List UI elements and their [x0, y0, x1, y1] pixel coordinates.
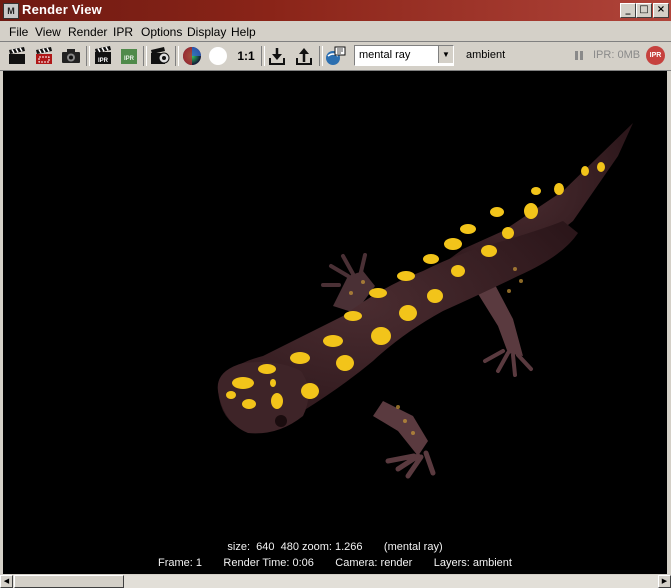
ipr-status-badge: IPR: [646, 46, 665, 65]
horizontal-scrollbar[interactable]: ◀ ▶: [0, 575, 671, 588]
menu-display[interactable]: Display: [187, 25, 226, 39]
maya-app-icon[interactable]: M: [3, 3, 19, 19]
render-settings-icon[interactable]: [149, 45, 171, 67]
real-size-button[interactable]: 1:1: [234, 45, 258, 67]
color-channels-icon[interactable]: [181, 45, 203, 67]
salamander-render-image: [217, 123, 633, 479]
ipr-memory-readout: IPR: 0MB: [593, 49, 641, 61]
toolbar-separator: [86, 46, 90, 66]
ipr-refresh-icon[interactable]: IPR: [118, 45, 140, 67]
toolbar-separator: [319, 46, 323, 66]
render-info-line-1: size: 640 480 zoom: 1.266 (mental ray): [227, 541, 443, 553]
render-viewport[interactable]: size: 640 480 zoom: 1.266 (mental ray) F…: [3, 71, 667, 574]
pause-icon[interactable]: [574, 50, 584, 64]
ipr-render-icon[interactable]: IPR: [92, 45, 114, 67]
menu-view[interactable]: View: [35, 25, 61, 39]
maximize-button[interactable]: □: [636, 3, 652, 18]
redo-render-icon[interactable]: [6, 45, 28, 67]
scroll-right-icon[interactable]: ▶: [658, 575, 671, 588]
title-bar: M Render View _ □ ×: [0, 0, 671, 21]
menu-help[interactable]: Help: [231, 25, 256, 39]
render-region-icon[interactable]: [33, 45, 55, 67]
window-title: Render View: [22, 2, 102, 17]
toolbar-separator: [261, 46, 265, 66]
menu-options[interactable]: Options: [141, 25, 182, 39]
remove-image-icon[interactable]: [293, 45, 315, 67]
render-globals-icon[interactable]: [324, 45, 346, 67]
keep-image-icon[interactable]: [266, 45, 288, 67]
toolbar-separator: [143, 46, 147, 66]
renderer-dropdown[interactable]: mental ray ▼: [354, 45, 454, 66]
menu-file[interactable]: File: [9, 25, 28, 39]
chevron-down-icon[interactable]: ▼: [438, 46, 453, 63]
minimize-button[interactable]: _: [620, 3, 636, 18]
svg-text:IPR: IPR: [124, 56, 135, 62]
toolbar-separator: [175, 46, 179, 66]
menu-ipr[interactable]: IPR: [113, 25, 133, 39]
alpha-channel-icon[interactable]: [207, 45, 229, 67]
menu-render[interactable]: Render: [68, 25, 107, 39]
scrollbar-thumb[interactable]: [14, 575, 124, 588]
render-info-line-2: Frame: 1 Render Time: 0:06 Camera: rende…: [158, 557, 512, 569]
svg-text:IPR: IPR: [98, 58, 109, 64]
scroll-left-icon[interactable]: ◀: [0, 575, 13, 588]
toolbar: IPR IPR 1:1: [0, 42, 671, 71]
renderer-value: mental ray: [359, 49, 411, 61]
menu-bar: File View Render IPR Options Display Hel…: [0, 22, 671, 42]
snapshot-camera-icon[interactable]: [60, 45, 82, 67]
close-button[interactable]: ×: [653, 3, 669, 18]
render-layer-label: ambient: [466, 49, 506, 61]
